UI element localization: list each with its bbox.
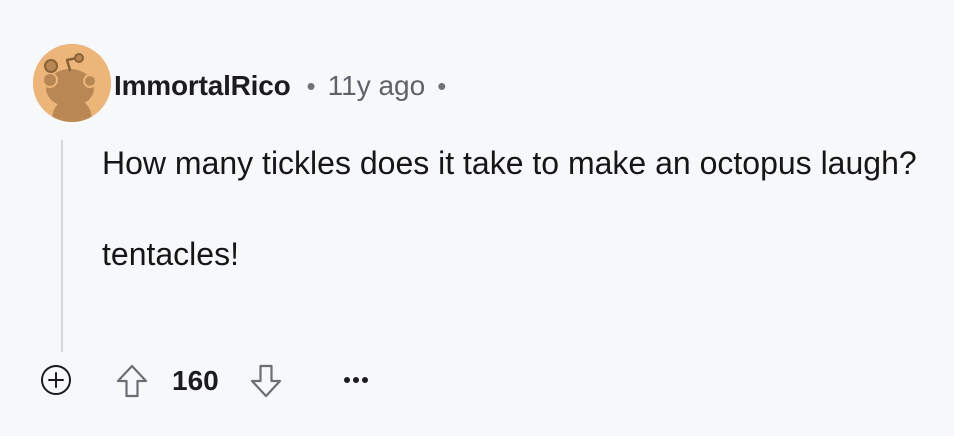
arrow-down-icon — [250, 364, 282, 398]
arrow-up-icon — [116, 364, 148, 398]
meta-separator-trailing: • — [437, 71, 447, 101]
upvote-button[interactable] — [113, 362, 151, 400]
plus-circle-icon — [41, 365, 71, 395]
comment-paragraph: How many tickles does it take to make an… — [102, 145, 917, 181]
meta-separator: • — [306, 71, 316, 101]
vote-count: 160 — [172, 365, 219, 396]
timestamp[interactable]: 11y ago — [328, 70, 426, 102]
comment-body: How many tickles does it take to make an… — [102, 140, 922, 277]
thread-line[interactable] — [61, 140, 63, 352]
comment-paragraph: tentacles! — [102, 236, 239, 272]
avatar[interactable] — [33, 44, 111, 122]
expand-thread-button[interactable] — [40, 364, 72, 396]
reddit-snoo-avatar-icon — [33, 44, 111, 122]
comment-actions: 160 — [0, 356, 954, 406]
ellipsis-icon — [344, 377, 368, 383]
downvote-button[interactable] — [247, 362, 285, 400]
username[interactable]: ImmortalRico — [114, 70, 291, 102]
comment-header: ImmortalRico • 11y ago • — [114, 68, 446, 104]
more-options-button[interactable] — [338, 364, 374, 396]
